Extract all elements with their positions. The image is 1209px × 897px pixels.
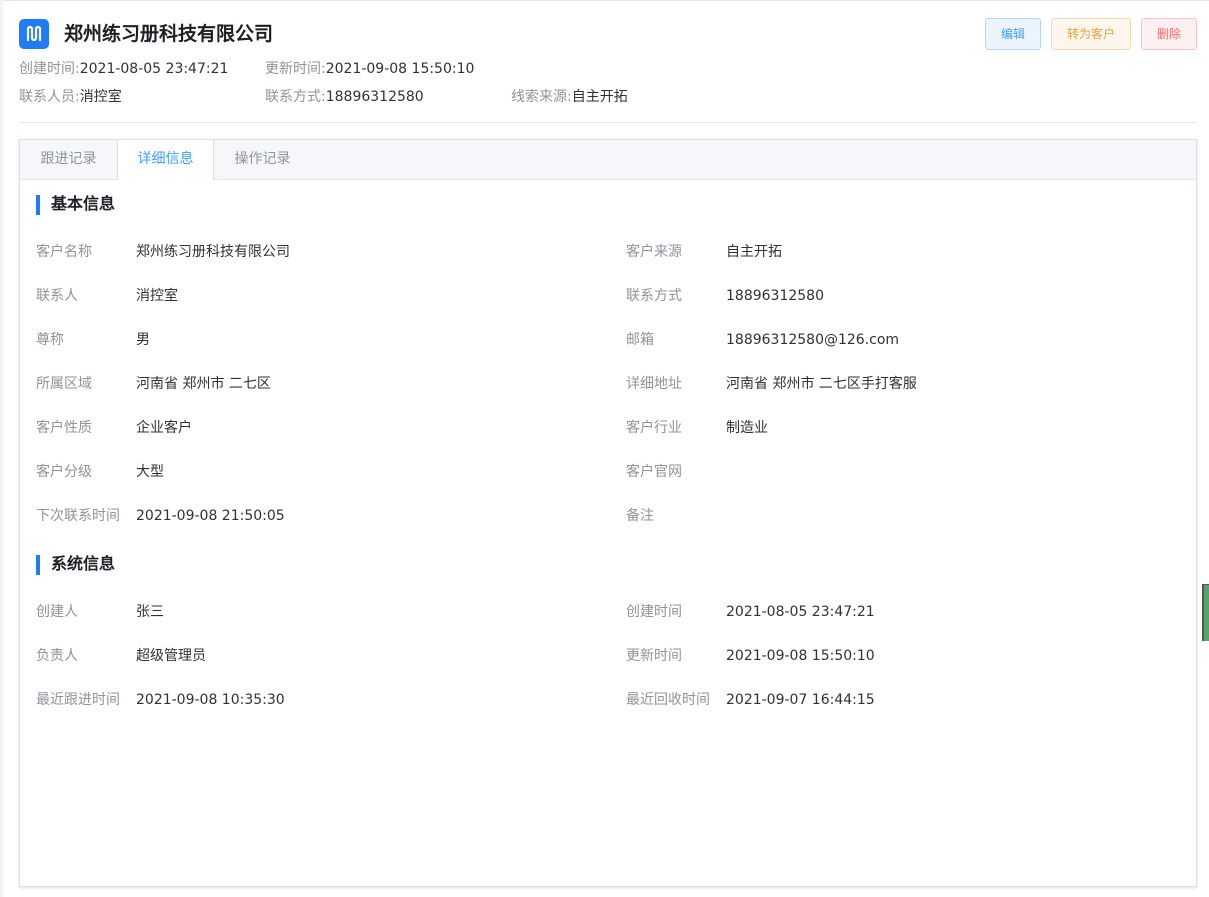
field-value: 18896312580 bbox=[726, 288, 824, 304]
field-label: 更新时间 bbox=[626, 648, 682, 664]
section-title-system: 系统信息 bbox=[51, 554, 116, 573]
meta-created-label: 创建时间: bbox=[19, 61, 80, 77]
field-label: 详细地址 bbox=[626, 376, 682, 392]
field-value: 2021-08-05 23:47:21 bbox=[726, 604, 875, 620]
field-label: 负责人 bbox=[36, 648, 78, 664]
meta-source-value: 自主开拓 bbox=[571, 89, 628, 105]
detail-card: 跟进记录 详细信息 操作记录 基本信息 客户名称 郑州练习册科技有限公司 客户来源 自… bbox=[19, 139, 1197, 887]
tab-bar: 跟进记录 详细信息 操作记录 bbox=[20, 140, 1196, 180]
field-value: 男 bbox=[136, 332, 150, 348]
meta-source: 线索来源:自主开拓 bbox=[511, 87, 628, 107]
meta-phone: 联系方式:18896312580 bbox=[265, 87, 424, 107]
meta-updated: 更新时间:2021-09-08 15:50:10 bbox=[265, 59, 474, 79]
scrollbar-thumb[interactable] bbox=[1202, 584, 1209, 641]
top-border bbox=[0, 0, 1209, 1]
field-label: 客户行业 bbox=[626, 420, 682, 436]
field-value: 2021-09-08 21:50:05 bbox=[136, 508, 285, 524]
field-value: 制造业 bbox=[726, 420, 768, 436]
left-border bbox=[0, 0, 3, 897]
meta-created-value: 2021-08-05 23:47:21 bbox=[79, 61, 229, 77]
field-value: 2021-09-08 10:35:30 bbox=[136, 692, 285, 708]
delete-button[interactable]: 删除 bbox=[1141, 18, 1197, 50]
tab-details[interactable]: 详细信息 bbox=[117, 140, 214, 180]
field-value: 郑州练习册科技有限公司 bbox=[136, 244, 290, 260]
field-label: 客户性质 bbox=[36, 420, 92, 436]
field-label: 客户官网 bbox=[626, 464, 682, 480]
meta-contact: 联系人员:消控室 bbox=[19, 87, 122, 107]
header-divider bbox=[19, 122, 1197, 123]
field-value: 18896312580@126.com bbox=[726, 332, 900, 348]
meta-contact-label: 联系人员: bbox=[19, 89, 80, 105]
field-label: 创建人 bbox=[36, 604, 78, 620]
field-label: 最近跟进时间 bbox=[36, 692, 120, 708]
section-title-basic: 基本信息 bbox=[51, 194, 116, 213]
meta-updated-label: 更新时间: bbox=[265, 61, 326, 77]
field-label: 客户来源 bbox=[626, 244, 682, 260]
field-label: 备注 bbox=[626, 508, 654, 524]
page-title: 郑州练习册科技有限公司 bbox=[64, 23, 274, 45]
meta-source-label: 线索来源: bbox=[511, 89, 572, 105]
field-label: 邮箱 bbox=[626, 332, 654, 348]
field-label: 最近回收时间 bbox=[626, 692, 710, 708]
field-value: 企业客户 bbox=[136, 420, 192, 436]
field-value: 大型 bbox=[136, 464, 164, 480]
field-value: 超级管理员 bbox=[136, 648, 206, 664]
field-value: 消控室 bbox=[136, 288, 178, 304]
section-marker bbox=[36, 195, 40, 215]
field-value: 河南省 郑州市 二七区手打客服 bbox=[726, 376, 917, 392]
field-label: 创建时间 bbox=[626, 604, 682, 620]
field-label: 客户分级 bbox=[36, 464, 92, 480]
convert-to-customer-button[interactable]: 转为客户 bbox=[1051, 18, 1131, 50]
field-label: 下次联系时间 bbox=[36, 508, 120, 524]
field-label: 联系方式 bbox=[626, 288, 682, 304]
field-label: 尊称 bbox=[36, 332, 64, 348]
field-value: 2021-09-08 15:50:10 bbox=[726, 648, 875, 664]
app-logo-icon bbox=[19, 19, 49, 49]
tab-operation-log[interactable]: 操作记录 bbox=[214, 140, 311, 179]
field-value: 河南省 郑州市 二七区 bbox=[136, 376, 271, 392]
field-label: 所属区域 bbox=[36, 376, 92, 392]
meta-contact-value: 消控室 bbox=[79, 89, 122, 105]
meta-created: 创建时间:2021-08-05 23:47:21 bbox=[19, 59, 228, 79]
field-label: 联系人 bbox=[36, 288, 78, 304]
meta-updated-value: 2021-09-08 15:50:10 bbox=[325, 61, 475, 77]
field-label: 客户名称 bbox=[36, 244, 92, 260]
meta-phone-label: 联系方式: bbox=[265, 89, 326, 105]
field-value: 张三 bbox=[136, 604, 164, 620]
meta-phone-value: 18896312580 bbox=[325, 89, 424, 105]
field-value: 自主开拓 bbox=[726, 244, 782, 260]
field-value: 2021-09-07 16:44:15 bbox=[726, 692, 875, 708]
tab-follow-up[interactable]: 跟进记录 bbox=[20, 140, 117, 179]
section-marker bbox=[36, 555, 40, 575]
edit-button[interactable]: 编辑 bbox=[985, 18, 1041, 50]
